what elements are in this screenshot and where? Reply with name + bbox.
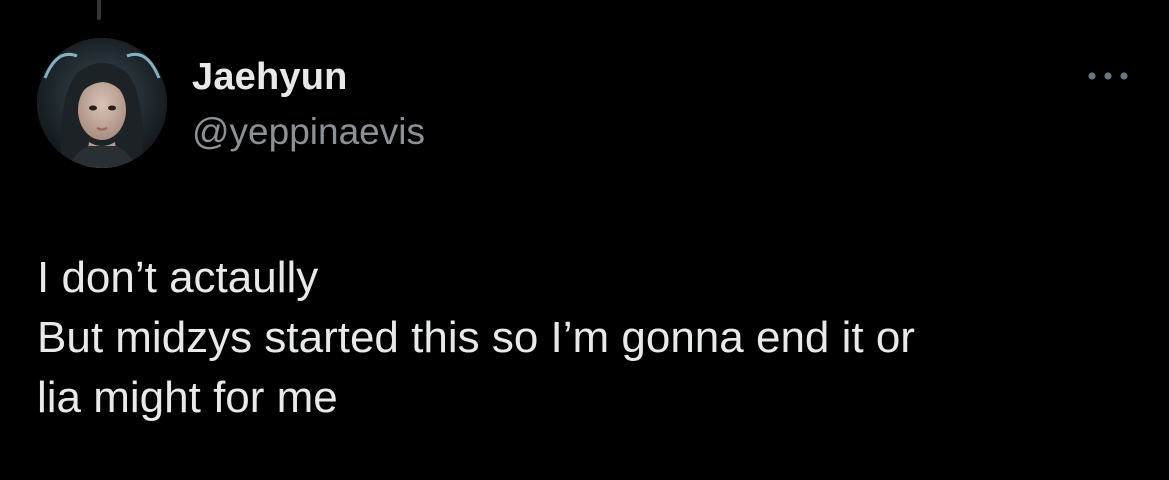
more-horizontal-icon: [1088, 72, 1128, 80]
author-handle[interactable]: @yeppinaevis: [192, 111, 425, 153]
tweet-text-line: lia might for me: [37, 373, 338, 422]
avatar-image: [37, 38, 167, 168]
thread-connector-line: [97, 0, 101, 20]
more-options-button[interactable]: [1084, 60, 1132, 92]
tweet-text-line: But midzys started this so I’m gonna end…: [37, 313, 915, 362]
avatar[interactable]: [37, 38, 167, 168]
author-display-name[interactable]: Jaehyun: [192, 56, 348, 99]
tweet-text-line: I don’t actaully: [37, 253, 319, 302]
tweet-text: I don’t actaully But midzys started this…: [37, 248, 1137, 428]
